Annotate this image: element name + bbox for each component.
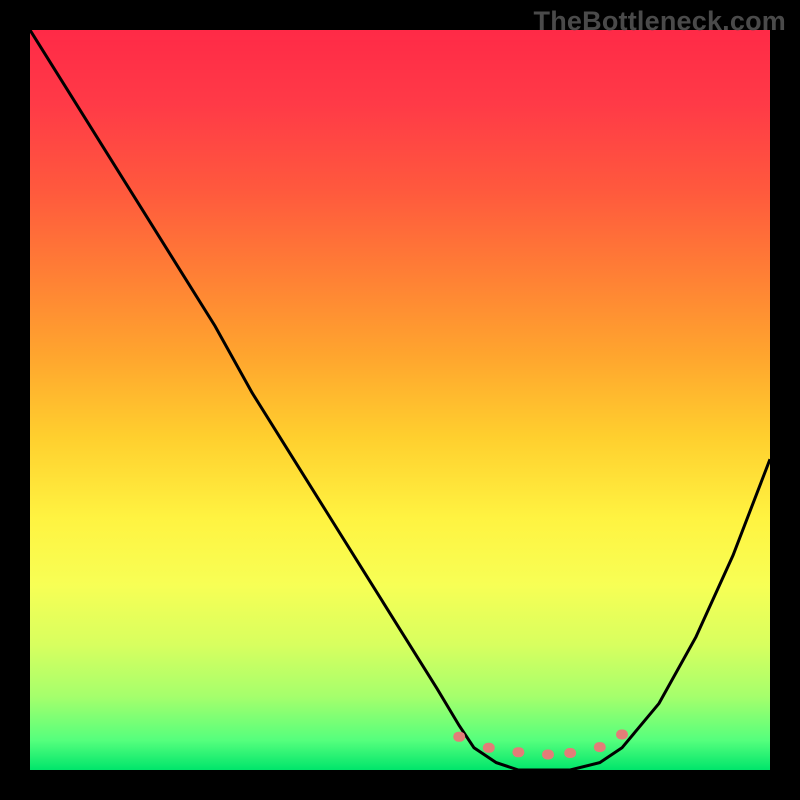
valley-marker-dot [453,732,465,742]
valley-marker-dot [542,750,554,760]
valley-marker-dot [483,743,495,753]
valley-marker-dot [616,730,628,740]
valley-marker-dot [594,742,606,752]
chart-frame: TheBottleneck.com [0,0,800,800]
watermark-label: TheBottleneck.com [534,6,786,37]
valley-marker-group [453,730,628,760]
valley-marker-dot [512,747,524,757]
chart-svg [30,30,770,770]
plot-area [30,30,770,770]
bottleneck-curve-path [30,30,770,770]
valley-marker-dot [564,748,576,758]
